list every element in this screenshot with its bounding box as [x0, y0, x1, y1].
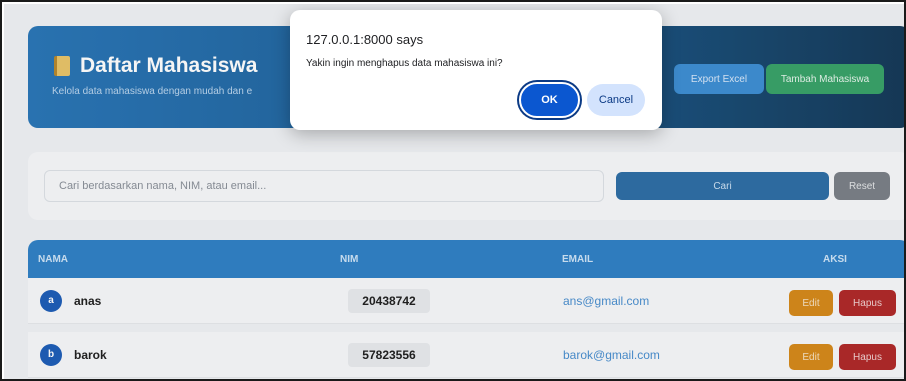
dialog-ok-button[interactable]: OK [519, 82, 580, 118]
dialog-origin: 127.0.0.1:8000 says [306, 32, 424, 47]
page: Daftar Mahasiswa Kelola data mahasiswa d… [4, 4, 904, 379]
dialog-cancel-button[interactable]: Cancel [587, 84, 645, 116]
screen-frame: Daftar Mahasiswa Kelola data mahasiswa d… [0, 0, 906, 381]
confirm-dialog: 127.0.0.1:8000 says Yakin ingin menghapu… [290, 10, 662, 130]
dialog-message: Yakin ingin menghapus data mahasiswa ini… [306, 58, 503, 69]
